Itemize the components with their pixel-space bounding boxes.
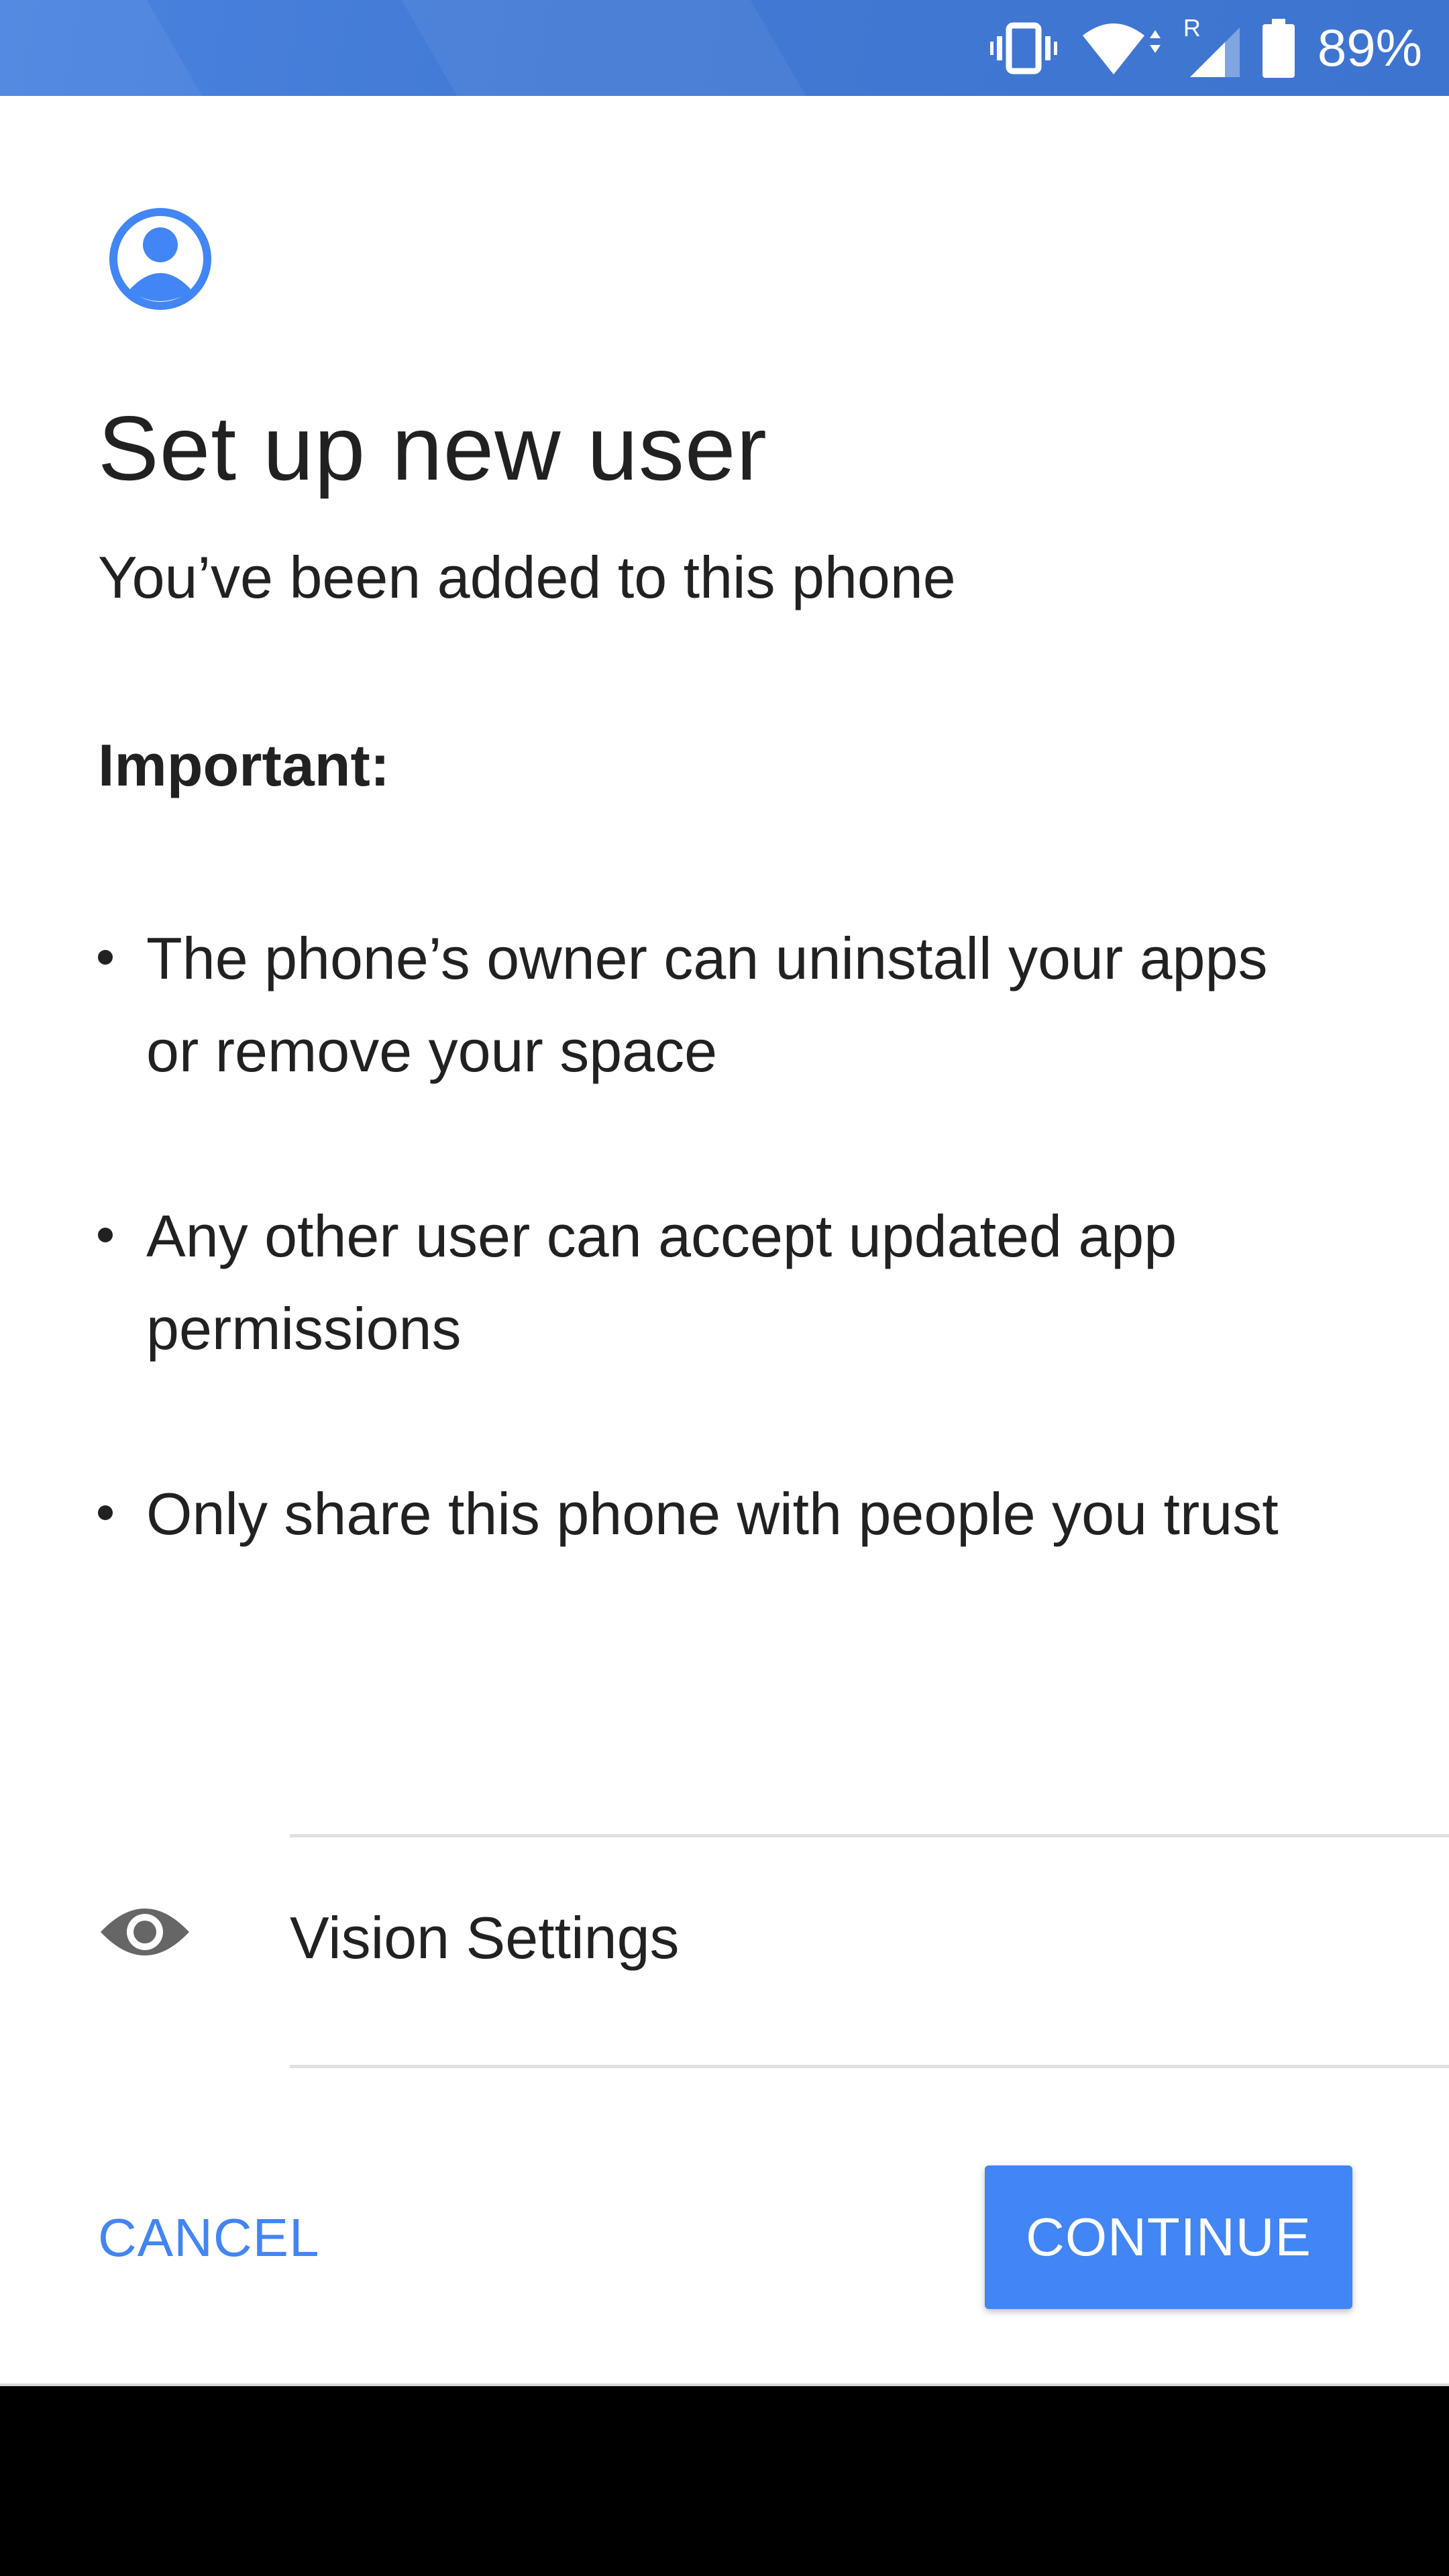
important-list: The phone’s owner can uninstall your app…	[98, 912, 1326, 1653]
account-circle-icon	[109, 208, 211, 310]
bullet-icon	[98, 1505, 113, 1520]
bullet-icon	[98, 950, 113, 965]
battery-percentage: 89%	[1317, 18, 1422, 77]
vision-settings-label[interactable]: Vision Settings	[290, 1904, 680, 1972]
signal-icon: R	[1183, 14, 1240, 78]
navigation-bar	[0, 2383, 1449, 2576]
battery-icon	[1262, 18, 1295, 78]
status-bar-decoration	[401, 0, 806, 96]
vision-settings-row[interactable]	[0, 1744, 1449, 1972]
important-heading: Important:	[98, 732, 390, 798]
list-item-text: Any other user can accept updated app pe…	[146, 1203, 1177, 1362]
continue-button[interactable]: CONTINUE	[985, 2165, 1352, 2309]
list-item-text: The phone’s owner can uninstall your app…	[146, 925, 1268, 1084]
status-bar: R 89%	[0, 0, 1449, 96]
bullet-icon	[98, 1228, 113, 1242]
cancel-button[interactable]: CANCEL	[98, 2207, 320, 2269]
divider	[290, 2065, 1449, 2068]
status-bar-decoration	[0, 0, 203, 96]
page-subtitle: You’ve been added to this phone	[98, 544, 956, 610]
list-item-text: Only share this phone with people you tr…	[146, 1481, 1279, 1547]
wifi-icon	[1082, 23, 1161, 74]
list-item: The phone’s owner can uninstall your app…	[98, 912, 1326, 1097]
eye-icon	[101, 1909, 189, 1955]
list-item: Only share this phone with people you tr…	[98, 1468, 1326, 1560]
list-item: Any other user can accept updated app pe…	[98, 1190, 1326, 1375]
status-icons: R 89%	[989, 0, 1422, 96]
page-title: Set up new user	[98, 397, 767, 499]
vibrate-icon	[989, 22, 1057, 74]
